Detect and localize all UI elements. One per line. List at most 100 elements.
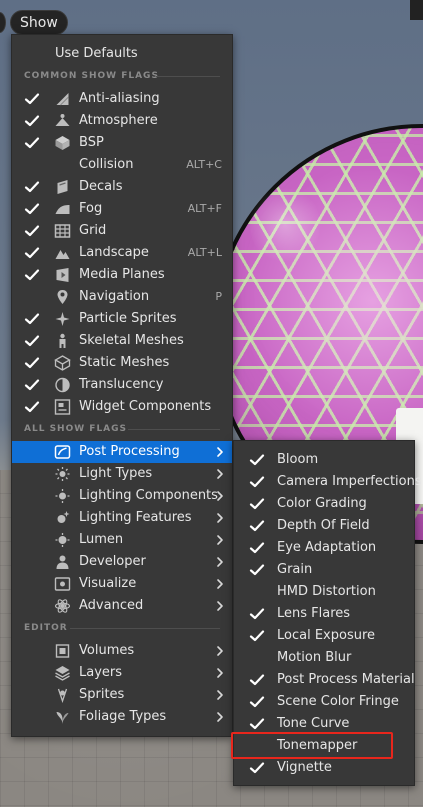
- show-flag-particle-sprites[interactable]: Particle Sprites: [12, 308, 232, 330]
- light-types-icon: [54, 466, 71, 482]
- shortcut-text: ALT+C: [186, 158, 222, 171]
- chevron-right-icon: [215, 578, 225, 590]
- check-icon: [24, 268, 40, 282]
- pp-flag-label: Post Process Material: [277, 672, 415, 687]
- show-flag-label: Anti-aliasing: [79, 91, 160, 106]
- check-icon: [249, 695, 265, 709]
- use-defaults-item[interactable]: Use Defaults: [12, 43, 232, 65]
- editor-sprites[interactable]: Sprites: [12, 684, 232, 706]
- show-flag-label: BSP: [79, 135, 104, 150]
- show-button[interactable]: Show: [10, 10, 68, 35]
- submenu-label: Developer: [79, 554, 146, 569]
- check-icon: [249, 761, 265, 775]
- pp-flag-bloom[interactable]: Bloom: [234, 449, 414, 471]
- show-flag-label: Translucency: [79, 377, 164, 392]
- show-flag-collision[interactable]: Collision ALT+C: [12, 154, 232, 176]
- pp-flag-label: Eye Adaptation: [277, 540, 377, 555]
- chevron-right-icon: [215, 512, 225, 524]
- pp-flag-motion-blur[interactable]: Motion Blur: [234, 647, 414, 669]
- pp-flag-label: HMD Distortion: [277, 584, 376, 599]
- submenu-label: Lumen: [79, 532, 124, 547]
- editor-item-label: Volumes: [79, 643, 135, 658]
- show-flag-atmosphere[interactable]: Atmosphere: [12, 110, 232, 132]
- pp-flag-camera-imperfections[interactable]: Camera Imperfections: [234, 471, 422, 493]
- grid-icon: [54, 223, 71, 239]
- chevron-right-icon: [215, 600, 225, 612]
- show-flag-label: Fog: [79, 201, 103, 216]
- show-button-label: Show: [20, 15, 58, 31]
- submenu-label: Lighting Features: [79, 510, 192, 525]
- chevron-right-icon: [215, 689, 225, 701]
- submenu-lumen[interactable]: Lumen: [12, 529, 232, 551]
- pp-flag-depth-of-field[interactable]: Depth Of Field: [234, 515, 414, 537]
- show-flag-decals[interactable]: Decals: [12, 176, 232, 198]
- pp-flag-scene-color-fringe[interactable]: Scene Color Fringe: [234, 691, 414, 713]
- section-editor-divider: [70, 628, 220, 629]
- section-editor: EDITOR: [24, 623, 220, 633]
- submenu-label: Lighting Components: [79, 488, 218, 503]
- editor-foliage-types[interactable]: Foliage Types: [12, 706, 232, 728]
- submenu-label: Advanced: [79, 598, 144, 613]
- show-flag-anti-aliasing[interactable]: Anti-aliasing: [12, 88, 232, 110]
- show-flag-label: Widget Components: [79, 399, 212, 414]
- pp-flag-label: Tone Curve: [277, 716, 350, 731]
- bsp-icon: [54, 135, 71, 151]
- check-icon: [249, 717, 265, 731]
- pp-flag-eye-adaptation[interactable]: Eye Adaptation: [234, 537, 414, 559]
- show-flag-landscape[interactable]: Landscape ALT+L: [12, 242, 232, 264]
- submenu-post-processing[interactable]: Post Processing: [12, 441, 232, 463]
- check-icon: [24, 334, 40, 348]
- decals-icon: [54, 179, 71, 195]
- check-icon: [249, 519, 265, 533]
- pp-flag-local-exposure[interactable]: Local Exposure: [234, 625, 414, 647]
- section-common-show-flags-divider: [156, 76, 220, 77]
- chevron-right-icon: [215, 667, 225, 679]
- submenu-light-types[interactable]: Light Types: [12, 463, 232, 485]
- show-flag-media-planes[interactable]: Media Planes: [12, 264, 232, 286]
- check-icon: [249, 629, 265, 643]
- visualize-icon: [54, 576, 71, 592]
- pp-flag-label: Motion Blur: [277, 650, 352, 665]
- show-flag-static-meshes[interactable]: Static Meshes: [12, 352, 232, 374]
- show-flag-label: Collision: [79, 157, 134, 172]
- submenu-lighting-components[interactable]: Lighting Components: [12, 485, 232, 507]
- pp-flag-lens-flares[interactable]: Lens Flares: [234, 603, 414, 625]
- submenu-label: Visualize: [79, 576, 137, 591]
- pp-flag-post-process-material[interactable]: Post Process Material: [234, 669, 415, 691]
- editor-volumes[interactable]: Volumes: [12, 640, 232, 662]
- check-icon: [24, 224, 40, 238]
- pp-flag-color-grading[interactable]: Color Grading: [234, 493, 414, 515]
- show-flag-translucency[interactable]: Translucency: [12, 374, 232, 396]
- editor-layers[interactable]: Layers: [12, 662, 232, 684]
- navigation-icon: [54, 289, 71, 305]
- pp-flag-label: Scene Color Fringe: [277, 694, 399, 709]
- post-processing-icon: [54, 444, 71, 460]
- show-flag-skeletal-meshes[interactable]: Skeletal Meshes: [12, 330, 232, 352]
- pp-flag-grain[interactable]: Grain: [234, 559, 414, 581]
- submenu-visualize[interactable]: Visualize: [12, 573, 232, 595]
- submenu-advanced[interactable]: Advanced: [12, 595, 232, 617]
- show-flag-bsp[interactable]: BSP: [12, 132, 232, 154]
- pp-flag-label: Camera Imperfections: [277, 474, 422, 489]
- check-icon: [249, 497, 265, 511]
- show-flag-label: Navigation: [79, 289, 150, 304]
- pp-flag-vignette[interactable]: Vignette: [234, 757, 414, 779]
- show-flag-widget-components[interactable]: Widget Components: [12, 396, 232, 418]
- check-icon: [24, 202, 40, 216]
- check-icon: [24, 312, 40, 326]
- show-flag-label: Media Planes: [79, 267, 165, 282]
- submenu-developer[interactable]: Developer: [12, 551, 232, 573]
- pp-flag-hmd-distortion[interactable]: HMD Distortion: [234, 581, 414, 603]
- check-icon: [24, 378, 40, 392]
- lighting-features-icon: [54, 510, 71, 526]
- submenu-label: Light Types: [79, 466, 153, 481]
- chevron-right-icon: [215, 711, 225, 723]
- pp-flag-label: Grain: [277, 562, 313, 577]
- show-flag-grid[interactable]: Grid: [12, 220, 232, 242]
- show-flag-fog[interactable]: Fog ALT+F: [12, 198, 232, 220]
- show-flag-navigation[interactable]: Navigation P: [12, 286, 232, 308]
- landscape-icon: [54, 245, 71, 261]
- submenu-lighting-features[interactable]: Lighting Features: [12, 507, 232, 529]
- dark-post-mesh: [410, 0, 423, 20]
- editor-item-label: Foliage Types: [79, 709, 167, 724]
